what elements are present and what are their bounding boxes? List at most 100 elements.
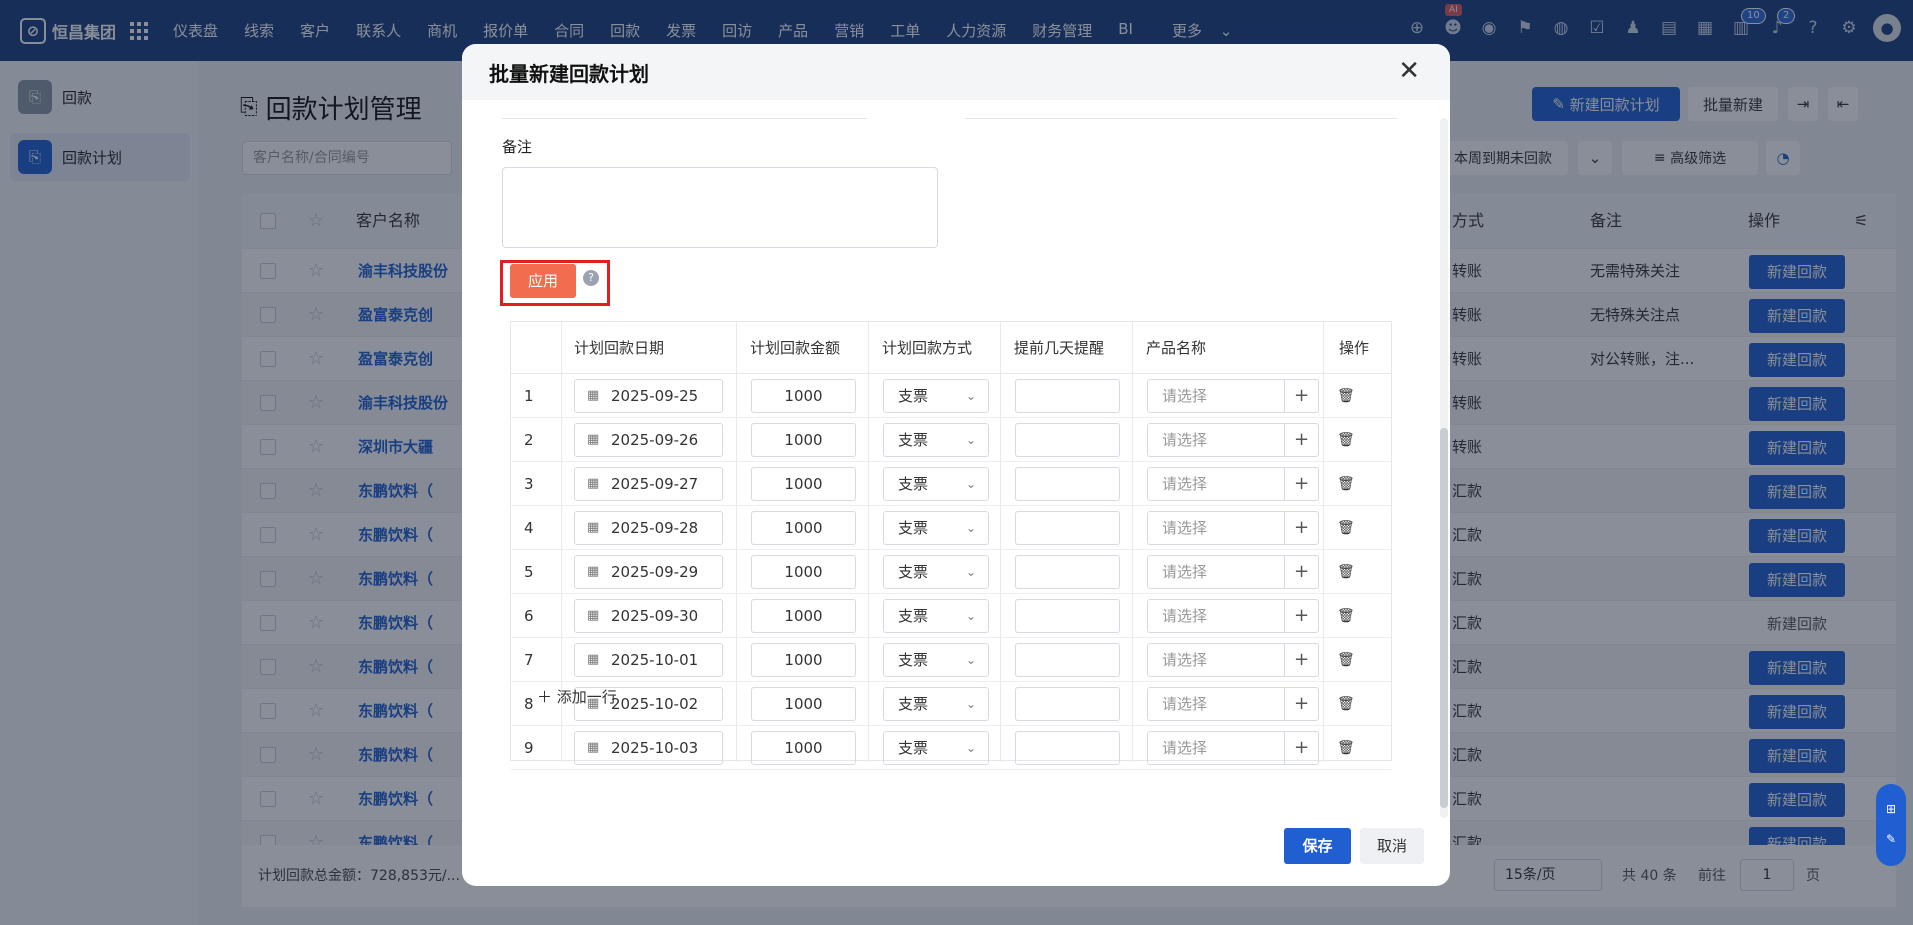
date-picker[interactable]: ▦ 2025-09-27: [574, 467, 723, 501]
col-remind: 提前几天提醒: [1014, 339, 1105, 357]
chevron-down-icon: ⌄: [965, 565, 976, 579]
method-select[interactable]: 支票 ⌄: [883, 555, 989, 589]
floating-toolbar[interactable]: ⊞ ✎: [1876, 784, 1906, 866]
plus-icon[interactable]: +: [1284, 732, 1318, 764]
dialog-header: 批量新建回款计划 ✕: [462, 44, 1450, 100]
remind-days-input[interactable]: [1015, 379, 1120, 413]
dialog-scrollbar[interactable]: [1440, 118, 1448, 818]
date-picker[interactable]: ▦ 2025-09-25: [574, 379, 723, 413]
remind-days-input[interactable]: [1015, 643, 1120, 677]
remind-days-input[interactable]: [1015, 511, 1120, 545]
product-select[interactable]: 请选择 +: [1147, 599, 1319, 633]
cancel-button[interactable]: 取消: [1360, 828, 1424, 864]
method-value: 支票: [898, 651, 929, 669]
method-select[interactable]: 支票 ⌄: [883, 643, 989, 677]
product-placeholder: 请选择: [1162, 563, 1208, 581]
product-placeholder: 请选择: [1162, 431, 1208, 449]
plus-icon[interactable]: +: [1284, 424, 1318, 456]
chevron-down-icon: ⌄: [965, 609, 976, 623]
method-value: 支票: [898, 475, 929, 493]
amount-input[interactable]: 1000: [751, 467, 856, 501]
remind-days-input[interactable]: [1015, 555, 1120, 589]
trash-icon[interactable]: 🗑: [1337, 726, 1355, 770]
amount-input[interactable]: 1000: [751, 599, 856, 633]
method-select[interactable]: 支票 ⌄: [883, 379, 989, 413]
product-select[interactable]: 请选择 +: [1147, 511, 1319, 545]
method-select[interactable]: 支票 ⌄: [883, 511, 989, 545]
trash-icon[interactable]: 🗑: [1337, 374, 1355, 418]
amount-input[interactable]: 1000: [751, 511, 856, 545]
plan-row: 1 ▦ 2025-09-25 1000 支票 ⌄ 请选择 + 🗑: [511, 374, 1391, 418]
plus-icon[interactable]: +: [1284, 380, 1318, 412]
method-select[interactable]: 支票 ⌄: [883, 599, 989, 633]
product-select[interactable]: 请选择 +: [1147, 731, 1319, 765]
row-number: 3: [524, 475, 534, 493]
add-row-button[interactable]: ＋ 添加一行: [537, 686, 617, 707]
amount-input[interactable]: 1000: [751, 731, 856, 765]
calendar-icon: ▦: [587, 520, 600, 535]
trash-icon[interactable]: 🗑: [1337, 638, 1355, 682]
remind-days-input[interactable]: [1015, 731, 1120, 765]
date-picker[interactable]: ▦ 2025-09-30: [574, 599, 723, 633]
remind-days-input[interactable]: [1015, 599, 1120, 633]
remark-textarea[interactable]: [502, 167, 938, 248]
apply-button[interactable]: 应用: [510, 264, 576, 298]
plan-row: 3 ▦ 2025-09-27 1000 支票 ⌄ 请选择 + 🗑: [511, 462, 1391, 506]
amount-input[interactable]: 1000: [751, 687, 856, 721]
product-placeholder: 请选择: [1162, 695, 1208, 713]
trash-icon[interactable]: 🗑: [1337, 550, 1355, 594]
note-tool-icon[interactable]: ✎: [1876, 824, 1906, 854]
date-picker[interactable]: ▦ 2025-09-28: [574, 511, 723, 545]
amount-input[interactable]: 1000: [751, 555, 856, 589]
date-picker[interactable]: ▦ 2025-09-29: [574, 555, 723, 589]
method-select[interactable]: 支票 ⌄: [883, 687, 989, 721]
help-icon[interactable]: ?: [583, 270, 599, 286]
plus-icon[interactable]: +: [1284, 556, 1318, 588]
close-icon[interactable]: ✕: [1398, 56, 1420, 86]
product-select[interactable]: 请选择 +: [1147, 643, 1319, 677]
method-select[interactable]: 支票 ⌄: [883, 467, 989, 501]
chevron-down-icon: ⌄: [965, 433, 976, 447]
product-placeholder: 请选择: [1162, 387, 1208, 405]
product-select[interactable]: 请选择 +: [1147, 467, 1319, 501]
row-number: 6: [524, 607, 534, 625]
product-placeholder: 请选择: [1162, 519, 1208, 537]
remind-days-input[interactable]: [1015, 423, 1120, 457]
amount-input[interactable]: 1000: [751, 379, 856, 413]
trash-icon[interactable]: 🗑: [1337, 506, 1355, 550]
plus-icon[interactable]: +: [1284, 468, 1318, 500]
product-select[interactable]: 请选择 +: [1147, 423, 1319, 457]
date-value: 2025-09-25: [611, 387, 699, 405]
plan-row: 4 ▦ 2025-09-28 1000 支票 ⌄ 请选择 + 🗑: [511, 506, 1391, 550]
date-picker[interactable]: ▦ 2025-10-01: [574, 643, 723, 677]
plus-icon[interactable]: +: [1284, 644, 1318, 676]
plus-icon[interactable]: +: [1284, 512, 1318, 544]
product-placeholder: 请选择: [1162, 475, 1208, 493]
remind-days-input[interactable]: [1015, 467, 1120, 501]
amount-input[interactable]: 1000: [751, 643, 856, 677]
trash-icon[interactable]: 🗑: [1337, 682, 1355, 726]
plan-row: 7 ▦ 2025-10-01 1000 支票 ⌄ 请选择 + 🗑: [511, 638, 1391, 682]
product-select[interactable]: 请选择 +: [1147, 555, 1319, 589]
product-select[interactable]: 请选择 +: [1147, 379, 1319, 413]
trash-icon[interactable]: 🗑: [1337, 594, 1355, 638]
remind-days-input[interactable]: [1015, 687, 1120, 721]
date-picker[interactable]: ▦ 2025-09-26: [574, 423, 723, 457]
method-select[interactable]: 支票 ⌄: [883, 731, 989, 765]
field-divider: [502, 118, 867, 119]
grid-tool-icon[interactable]: ⊞: [1876, 794, 1906, 824]
product-select[interactable]: 请选择 +: [1147, 687, 1319, 721]
method-select[interactable]: 支票 ⌄: [883, 423, 989, 457]
amount-input[interactable]: 1000: [751, 423, 856, 457]
scrollbar-thumb[interactable]: [1440, 428, 1448, 808]
trash-icon[interactable]: 🗑: [1337, 418, 1355, 462]
plus-icon[interactable]: +: [1284, 600, 1318, 632]
plus-icon[interactable]: +: [1284, 688, 1318, 720]
method-value: 支票: [898, 519, 929, 537]
date-picker[interactable]: ▦ 2025-10-03: [574, 731, 723, 765]
trash-icon[interactable]: 🗑: [1337, 462, 1355, 506]
calendar-icon: ▦: [587, 432, 600, 447]
chevron-down-icon: ⌄: [965, 697, 976, 711]
save-button[interactable]: 保存: [1284, 828, 1351, 864]
row-number: 9: [524, 739, 534, 757]
